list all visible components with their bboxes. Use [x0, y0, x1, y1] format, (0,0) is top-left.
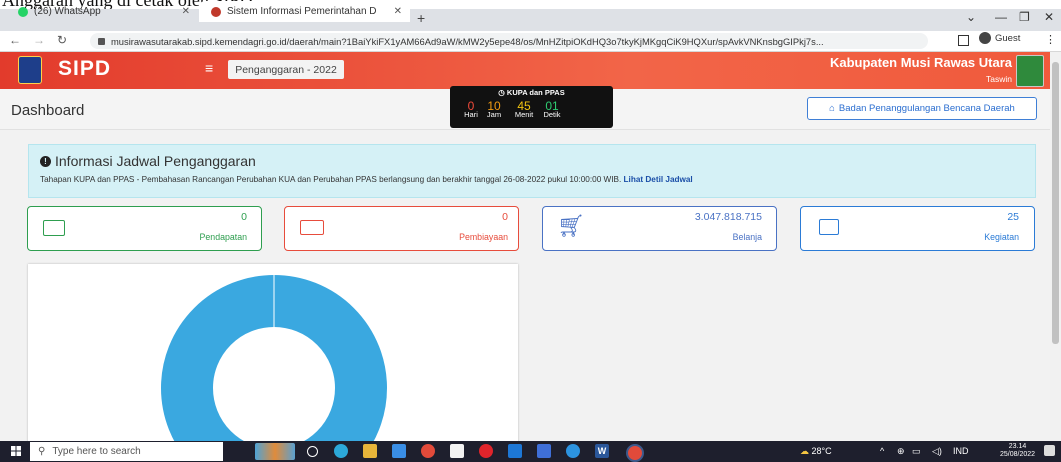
opera-icon[interactable]	[479, 444, 493, 458]
reload-icon[interactable]: ↻	[57, 33, 67, 47]
network-icon[interactable]: ⊕	[897, 446, 905, 457]
scrollbar-thumb[interactable]	[1052, 62, 1059, 344]
credit-card-icon	[300, 220, 324, 235]
tab-whatsapp[interactable]: (26) WhatsApp ✕	[12, 1, 198, 22]
new-tab-button[interactable]: +	[417, 10, 425, 26]
card-value: 25	[1007, 211, 1019, 223]
card-label: Pendapatan	[199, 232, 247, 242]
chrome-active-icon[interactable]	[626, 444, 644, 462]
file-explorer-icon[interactable]	[363, 444, 377, 458]
mail-icon[interactable]	[508, 444, 522, 458]
tab-search-chevron-icon[interactable]: ⌄	[966, 10, 976, 24]
info-icon: !	[40, 155, 51, 167]
taskbar-search[interactable]: ⚲ Type here to search	[30, 442, 223, 461]
close-icon[interactable]: ✕	[394, 6, 402, 17]
home-icon: ⌂	[829, 103, 835, 114]
windows-start-icon[interactable]	[11, 446, 21, 456]
card-value: 3.047.818.715	[694, 211, 762, 223]
close-icon[interactable]: ✕	[182, 6, 190, 17]
tab-sipd[interactable]: Sistem Informasi Pemerintahan D ✕	[199, 1, 410, 22]
regency-emblem-icon[interactable]	[1016, 55, 1044, 87]
whatsapp-icon	[18, 6, 28, 17]
donut-chart	[161, 275, 387, 444]
page-title: Dashboard	[11, 102, 85, 119]
restore-icon[interactable]: ❐	[1019, 10, 1030, 24]
region-name[interactable]: Kabupaten Musi Rawas Utara	[778, 55, 1012, 70]
message-icon	[819, 219, 839, 235]
cart-icon: 🛒︎	[557, 213, 585, 238]
search-highlight-icon[interactable]	[255, 443, 295, 460]
input-language[interactable]: IND	[953, 446, 969, 456]
address-bar[interactable]: musirawasutarakab.sipd.kemendagri.go.id/…	[90, 33, 928, 49]
volume-icon[interactable]: ◁)	[932, 446, 942, 457]
lock-icon	[98, 37, 105, 45]
chrome-icon[interactable]	[421, 444, 435, 458]
profile-button[interactable]: Guest	[979, 32, 1020, 44]
notification-icon[interactable]	[1044, 445, 1055, 456]
timer-minutes-label: Menit	[514, 110, 534, 119]
close-window-icon[interactable]: ✕	[1044, 10, 1054, 24]
app-name[interactable]: SIPD	[58, 57, 111, 81]
edge-icon[interactable]	[334, 444, 348, 458]
weather-icon: ☁	[800, 446, 809, 456]
word-icon[interactable]: W	[595, 444, 609, 458]
tray-chevron-icon[interactable]: ^	[880, 446, 884, 456]
period-selector[interactable]: Penganggaran - 2022	[228, 60, 344, 79]
agency-button[interactable]: ⌂ Badan Penanggulangan Bencana Daerah	[807, 97, 1037, 120]
card-label: Kegiatan	[984, 232, 1019, 242]
card-value: 0	[241, 211, 247, 223]
cortana-icon[interactable]	[307, 446, 318, 457]
tab-label: (26) WhatsApp	[34, 6, 101, 17]
card-label: Belanja	[732, 232, 762, 242]
garuda-logo-icon	[18, 56, 42, 84]
wallet-icon	[43, 220, 65, 236]
card-value: 0	[502, 211, 508, 223]
battery-icon[interactable]: ▭	[912, 446, 921, 457]
user-name[interactable]: Taswin	[950, 74, 1012, 84]
info-text: Tahapan KUPA dan PPAS - Pembahasan Ranca…	[40, 175, 693, 184]
search-icon: ⚲	[38, 446, 46, 457]
meet-icon[interactable]	[537, 444, 551, 458]
schedule-detail-link[interactable]: Lihat Detil Jadwal	[624, 175, 693, 184]
timer-title: ◷ KUPA dan PPAS	[498, 88, 565, 97]
taskbar-clock[interactable]: 23.14 25/08/2022	[1000, 443, 1035, 459]
weather-widget[interactable]: ☁ 28°C	[800, 446, 832, 457]
profile-avatar-icon	[979, 32, 991, 44]
window-icon[interactable]	[958, 35, 969, 46]
forward-icon[interactable]: →	[33, 33, 45, 47]
timer-seconds-label: Detik	[543, 110, 561, 119]
calendar-icon[interactable]	[392, 444, 406, 458]
sipd-favicon-icon	[211, 6, 221, 17]
info-title: ! Informasi Jadwal Penganggaran	[40, 153, 256, 169]
minimize-icon[interactable]: —	[995, 10, 1007, 24]
document-icon[interactable]	[450, 444, 464, 458]
tab-label: Sistem Informasi Pemerintahan D	[227, 6, 377, 17]
back-icon[interactable]: ←	[9, 33, 21, 47]
card-label: Pembiayaan	[459, 232, 508, 242]
app-icon[interactable]	[566, 444, 580, 458]
url-text: musirawasutarakab.sipd.kemendagri.go.id/…	[111, 35, 824, 47]
timer-hours-label: Jam	[486, 110, 502, 119]
hamburger-menu-icon[interactable]: ≡	[205, 60, 213, 76]
browser-menu-icon[interactable]: ⋮	[1045, 33, 1056, 46]
